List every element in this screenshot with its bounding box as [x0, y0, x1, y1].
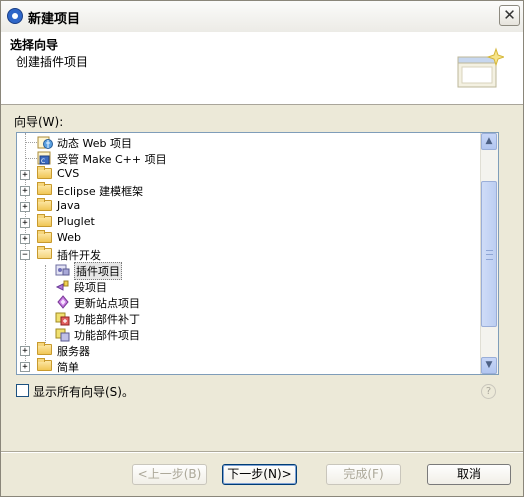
tree-item-label: 动态 Web 项目 — [57, 137, 132, 150]
folder-icon — [37, 214, 52, 227]
show-all-wizards-label[interactable]: 显示所有向导(S)。 — [33, 383, 134, 400]
tree-item-server[interactable]: + 服务器 — [17, 342, 477, 358]
wizards-label: 向导(W): — [14, 115, 64, 129]
tree-item-label: 功能部件项目 — [74, 329, 140, 342]
grip-icon — [486, 250, 493, 260]
tree-item-label: 功能部件补丁 — [74, 313, 140, 326]
feature-project-icon — [55, 328, 70, 342]
tree-item-label: Pluglet — [57, 215, 95, 228]
tree-item-managed-make-cpp[interactable]: C 受管 Make C++ 项目 — [17, 150, 477, 166]
tree-item-java[interactable]: + Java — [17, 198, 477, 214]
tree-item-update-site-project[interactable]: 更新站点项目 — [17, 294, 477, 310]
expand-icon[interactable]: + — [20, 218, 30, 228]
header-title: 选择向导 — [10, 38, 59, 52]
back-button[interactable]: <上一步(B) — [132, 464, 207, 485]
expand-icon[interactable]: + — [20, 362, 30, 372]
vertical-scrollbar[interactable]: ▲ ▼ — [480, 133, 498, 374]
tree-item-fragment-project[interactable]: 段项目 — [17, 278, 477, 294]
title-bar[interactable]: 新建项目 ✕ — [1, 1, 523, 33]
scroll-down-button[interactable]: ▼ — [481, 357, 497, 374]
svg-text:C: C — [41, 158, 45, 165]
feature-patch-icon — [55, 312, 70, 326]
tree-item-pluglet[interactable]: + Pluglet — [17, 214, 477, 230]
expand-icon[interactable]: + — [20, 234, 30, 244]
tree-item-label: 段项目 — [74, 281, 107, 294]
folder-icon — [37, 198, 52, 211]
new-wizard-banner-icon — [457, 47, 504, 88]
tree-item-label: 受管 Make C++ 项目 — [57, 153, 167, 166]
folder-icon — [37, 182, 52, 195]
expand-icon[interactable]: + — [20, 170, 30, 180]
show-all-wizards-checkbox[interactable] — [16, 384, 29, 397]
collapse-icon[interactable]: − — [20, 250, 30, 260]
cpp-project-icon: C — [37, 151, 51, 165]
header-description: 创建插件项目 — [16, 55, 89, 69]
fragment-project-icon — [55, 280, 69, 291]
tree-item-label: Java — [57, 199, 81, 212]
button-bar-separator — [1, 451, 523, 453]
tree-item-plugin-project[interactable]: 插件项目 — [17, 262, 477, 280]
tree-item-label: 简单 — [57, 361, 79, 374]
wizard-header: 选择向导 创建插件项目 — [1, 32, 523, 105]
expand-icon[interactable]: + — [20, 186, 30, 196]
open-folder-icon — [37, 246, 52, 259]
tree-item-plugin-development[interactable]: − 插件开发 — [17, 246, 477, 262]
eclipse-icon — [7, 8, 23, 24]
tree-item-feature-patch[interactable]: 功能部件补丁 — [17, 310, 477, 326]
tree-item-web[interactable]: + Web — [17, 230, 477, 246]
tree-item-label: 更新站点项目 — [74, 297, 140, 310]
expand-icon[interactable]: + — [20, 202, 30, 212]
window-title: 新建项目 — [28, 12, 81, 27]
update-site-icon — [57, 295, 69, 309]
tree-item-label: Web — [57, 231, 81, 244]
finish-button[interactable]: 完成(F) — [326, 464, 401, 485]
cancel-button[interactable]: 取消 — [427, 464, 511, 485]
plugin-project-icon — [55, 264, 70, 276]
tree-item-feature-project[interactable]: 功能部件项目 — [17, 326, 477, 342]
tree-item-dynamic-web-project[interactable]: 动态 Web 项目 — [17, 134, 477, 150]
scroll-thumb[interactable] — [481, 181, 497, 327]
folder-icon — [37, 342, 52, 355]
tree-item-simple[interactable]: + 简单 — [17, 358, 477, 374]
help-icon[interactable]: ? — [481, 384, 496, 399]
next-button[interactable]: 下一步(N)> — [222, 464, 297, 485]
web-project-icon — [37, 136, 53, 149]
new-project-dialog: 新建项目 ✕ 选择向导 创建插件项目 向导(W): 动态 Web 项目 C 受管… — [0, 0, 524, 497]
tree-item-label: 服务器 — [57, 345, 90, 358]
tree-item-emf[interactable]: + Eclipse 建模框架 — [17, 182, 477, 198]
tree-item-label: CVS — [57, 167, 80, 180]
tree-item-label: Eclipse 建模框架 — [57, 185, 144, 198]
tree-item-cvs[interactable]: + CVS — [17, 166, 477, 182]
close-button[interactable]: ✕ — [499, 5, 520, 26]
folder-icon — [37, 358, 52, 371]
wizard-tree[interactable]: 动态 Web 项目 C 受管 Make C++ 项目 + CVS + Eclip… — [16, 132, 499, 375]
scroll-up-button[interactable]: ▲ — [481, 133, 497, 150]
folder-icon — [37, 230, 52, 243]
folder-icon — [37, 166, 52, 179]
tree-item-label: 插件开发 — [57, 249, 101, 262]
expand-icon[interactable]: + — [20, 346, 30, 356]
